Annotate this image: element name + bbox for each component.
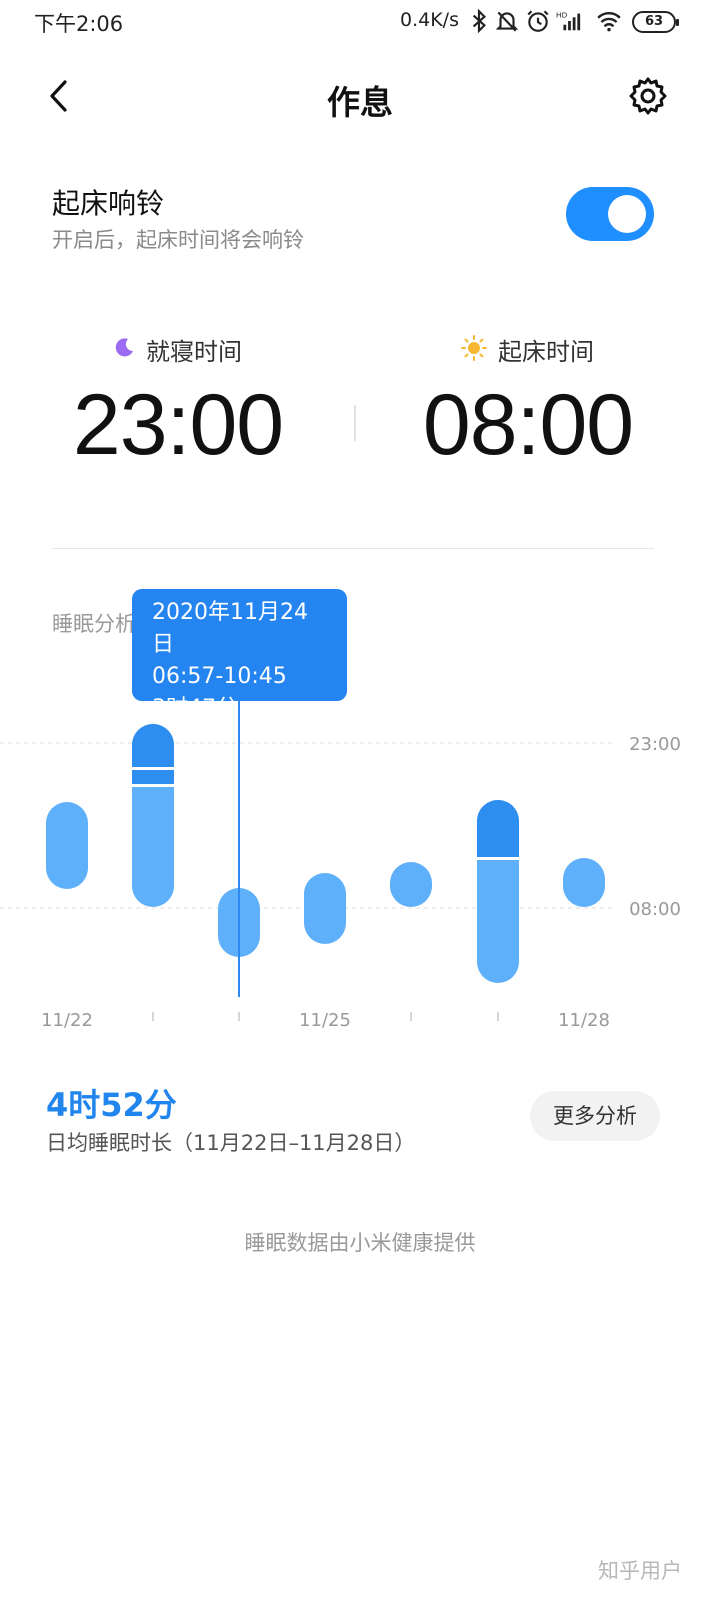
sleep-chart[interactable]: 23:00 08:00 11/22 11/25 11/28 — [0, 580, 720, 1040]
sleep-bar-11-22[interactable] — [46, 802, 88, 889]
sleep-bar-deep-segment — [477, 800, 519, 860]
alarm-title: 起床响铃 — [52, 187, 165, 220]
x-tick-label: 11/22 — [41, 1010, 93, 1031]
bedtime-label: 就寝时间 — [146, 338, 242, 366]
sleep-bar-11-27[interactable] — [477, 800, 519, 983]
sleep-bar-11-23[interactable] — [132, 724, 174, 907]
svg-text:HD: HD — [556, 10, 568, 19]
bluetooth-icon — [472, 8, 486, 34]
tooltip-date: 2020年11月24日 — [152, 600, 308, 657]
bedtime-value[interactable]: 23:00 — [28, 376, 328, 475]
chart-tooltip: 2020年11月24日 06:57-10:45 3时47分 — [132, 589, 347, 721]
signal-icon: HD — [556, 10, 581, 31]
tooltip-range: 06:57-10:45 — [152, 664, 287, 689]
sleep-bar-shape — [563, 858, 605, 907]
more-analysis-button[interactable]: 更多分析 — [530, 1091, 660, 1141]
sleep-bar-shape — [304, 873, 346, 944]
status-bar: 下午2:06 0.4K/s HD 63 — [0, 0, 720, 44]
x-axis: 11/22 11/25 11/28 — [41, 1010, 610, 1031]
sleep-bar-deep-segment — [132, 724, 174, 787]
sleep-bar-gap — [132, 767, 174, 770]
toggle-knob — [608, 195, 646, 233]
waketime-value[interactable]: 08:00 — [378, 376, 678, 475]
x-tick-label: 11/28 — [558, 1010, 610, 1031]
sleep-bar-shape — [390, 862, 432, 907]
avg-sleep-label: 日均睡眠时长（11月22日–11月28日） — [46, 1131, 416, 1155]
alarm-icon — [527, 10, 549, 32]
page-title: 作息 — [327, 83, 393, 122]
status-time: 下午2:06 — [34, 12, 124, 36]
watermark: 知乎用户 — [598, 1559, 682, 1583]
alarm-subtitle: 开启后，起床时间将会响铃 — [52, 228, 304, 252]
ref-label-bedtime: 23:00 — [629, 734, 681, 755]
bars-group — [46, 724, 605, 983]
moon-icon — [115, 338, 133, 357]
x-tick-label: 11/25 — [299, 1010, 351, 1031]
sleep-bar-shape — [46, 802, 88, 889]
data-source-note: 睡眠数据由小米健康提供 — [244, 1231, 476, 1255]
waketime-label: 起床时间 — [498, 338, 594, 366]
sleep-bar-11-25[interactable] — [304, 873, 346, 944]
sleep-bar-11-28[interactable] — [563, 858, 605, 907]
bedtime-label-row: 就寝时间 — [28, 330, 328, 366]
sun-icon — [461, 335, 487, 361]
waketime-label-row: 起床时间 — [378, 330, 678, 366]
network-speed: 0.4K/s — [400, 9, 459, 31]
section-divider — [52, 548, 654, 549]
sleep-bar-11-26[interactable] — [390, 862, 432, 907]
tooltip-duration: 3时47分 — [152, 696, 238, 721]
alarm-toggle[interactable] — [566, 187, 654, 241]
settings-gear-icon[interactable] — [626, 74, 670, 118]
ref-label-waketime: 08:00 — [629, 899, 681, 920]
time-divider — [354, 405, 356, 441]
avg-sleep-value: 4时52分 — [46, 1086, 177, 1124]
sleep-bar-gap — [132, 784, 174, 787]
sleep-bar-gap — [477, 857, 519, 860]
wifi-icon — [597, 12, 621, 32]
battery-indicator: 63 — [632, 11, 679, 33]
mute-bell-icon — [495, 11, 519, 32]
